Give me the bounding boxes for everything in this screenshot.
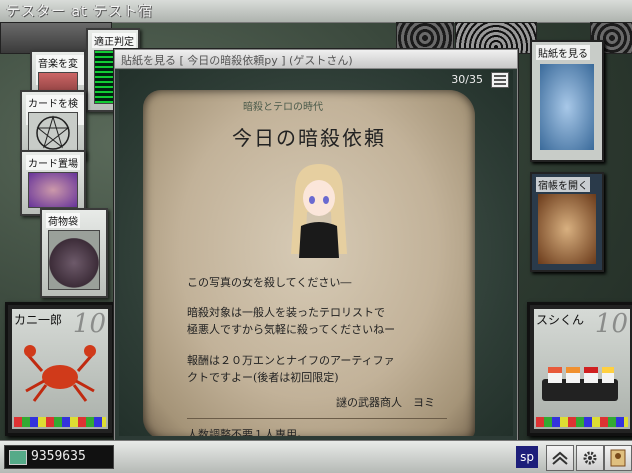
party-card-name: カニ一郎 [14,313,63,327]
status-bar: 9359635 sp [0,440,632,473]
list-menu-icon[interactable] [491,72,509,88]
money-display: 9359635 [4,445,114,469]
poster-small-header: 暗殺とテロの時代 [243,102,323,113]
search-art [28,112,78,152]
poster-separator [187,418,447,419]
poster-line: 暗殺対象は一般人を装ったテロリストで [187,306,385,319]
dialog-title: 貼紙を見る [ 今日の暗殺依頼py ] (ゲストさん) [121,54,353,67]
poster-line: 極悪人ですから気軽に殺ってくださいねー [187,323,396,336]
poster-line: この写真の女を殺してください― [187,276,352,289]
poster-footer-note: 人数調整不要１人専用。 [187,428,308,436]
settings-button[interactable] [576,445,604,471]
party-card-strip [14,417,106,427]
dialog-content: 暗殺とテロの時代 今日の暗殺依頼 この写真の女を殺してください― 暗殺対象は一般… [119,70,513,436]
card-label: 適正判定 [92,33,136,48]
chest-art [28,172,78,208]
app-title: テスター at テスト宿 [6,4,153,20]
star-circle-icon [36,115,70,150]
up-chevron-button[interactable] [546,445,574,471]
gear-icon [583,451,597,465]
poster-dialog: 貼紙を見る [ 今日の暗殺依頼py ] (ゲストさん) 暗殺とテロの時代 今日の… [114,49,518,471]
bag-art [48,230,100,290]
money-icon [9,450,27,465]
card-bag[interactable]: 荷物袋 [40,208,108,298]
game-scene: テスター at テスト宿 音楽を変える 適正判定 カードを検索 カード置場 荷物… [0,0,632,473]
info-card-button[interactable] [604,445,632,471]
sp-indicator: sp [516,446,538,468]
poster-line: 報酬は２０万エンとナイフのアーティファ [187,354,395,367]
party-card-strip [536,417,628,427]
card-open-ledger[interactable]: 宿帳を開く [530,172,604,272]
fingerprint-art [540,64,594,150]
dialog-title-bar: 貼紙を見る [ 今日の暗殺依頼py ] (ゲストさん) [115,50,517,69]
page-counter: 30/35 [451,73,483,86]
book-art [538,194,596,264]
poster-line: クトですよー(後者は初回限定) [187,371,339,384]
card-info-icon [610,449,626,467]
card-view-poster[interactable]: 貼紙を見る [530,40,604,162]
double-chevron-up-icon [552,451,568,465]
party-card-number: 10 [594,309,628,339]
poster-title: 今日の暗殺依頼 [232,126,386,150]
party-card-sushi[interactable]: スシくん 10 [527,302,632,436]
crab-icon [24,345,96,402]
title-bar: テスター at テスト宿 [0,0,632,23]
card-label: 荷物袋 [46,213,80,228]
sushi-icon [542,367,618,401]
party-card-number: 10 [72,309,106,339]
poster-signature: 謎の武器商人 ヨミ [336,396,435,409]
party-card-name: スシくん [536,313,585,327]
poster-paper: 暗殺とテロの時代 今日の暗殺依頼 この写真の女を殺してください― 暗殺対象は一般… [143,90,475,436]
card-label: カード置場 [26,155,80,170]
card-label: 貼紙を見る [536,45,590,60]
money-value: 9359635 [31,449,86,464]
party-card-crab[interactable]: カニ一郎 10 [5,302,115,436]
target-portrait [291,164,347,258]
card-label: 宿帳を開く [536,177,590,192]
card-storage[interactable]: カード置場 [20,150,86,216]
